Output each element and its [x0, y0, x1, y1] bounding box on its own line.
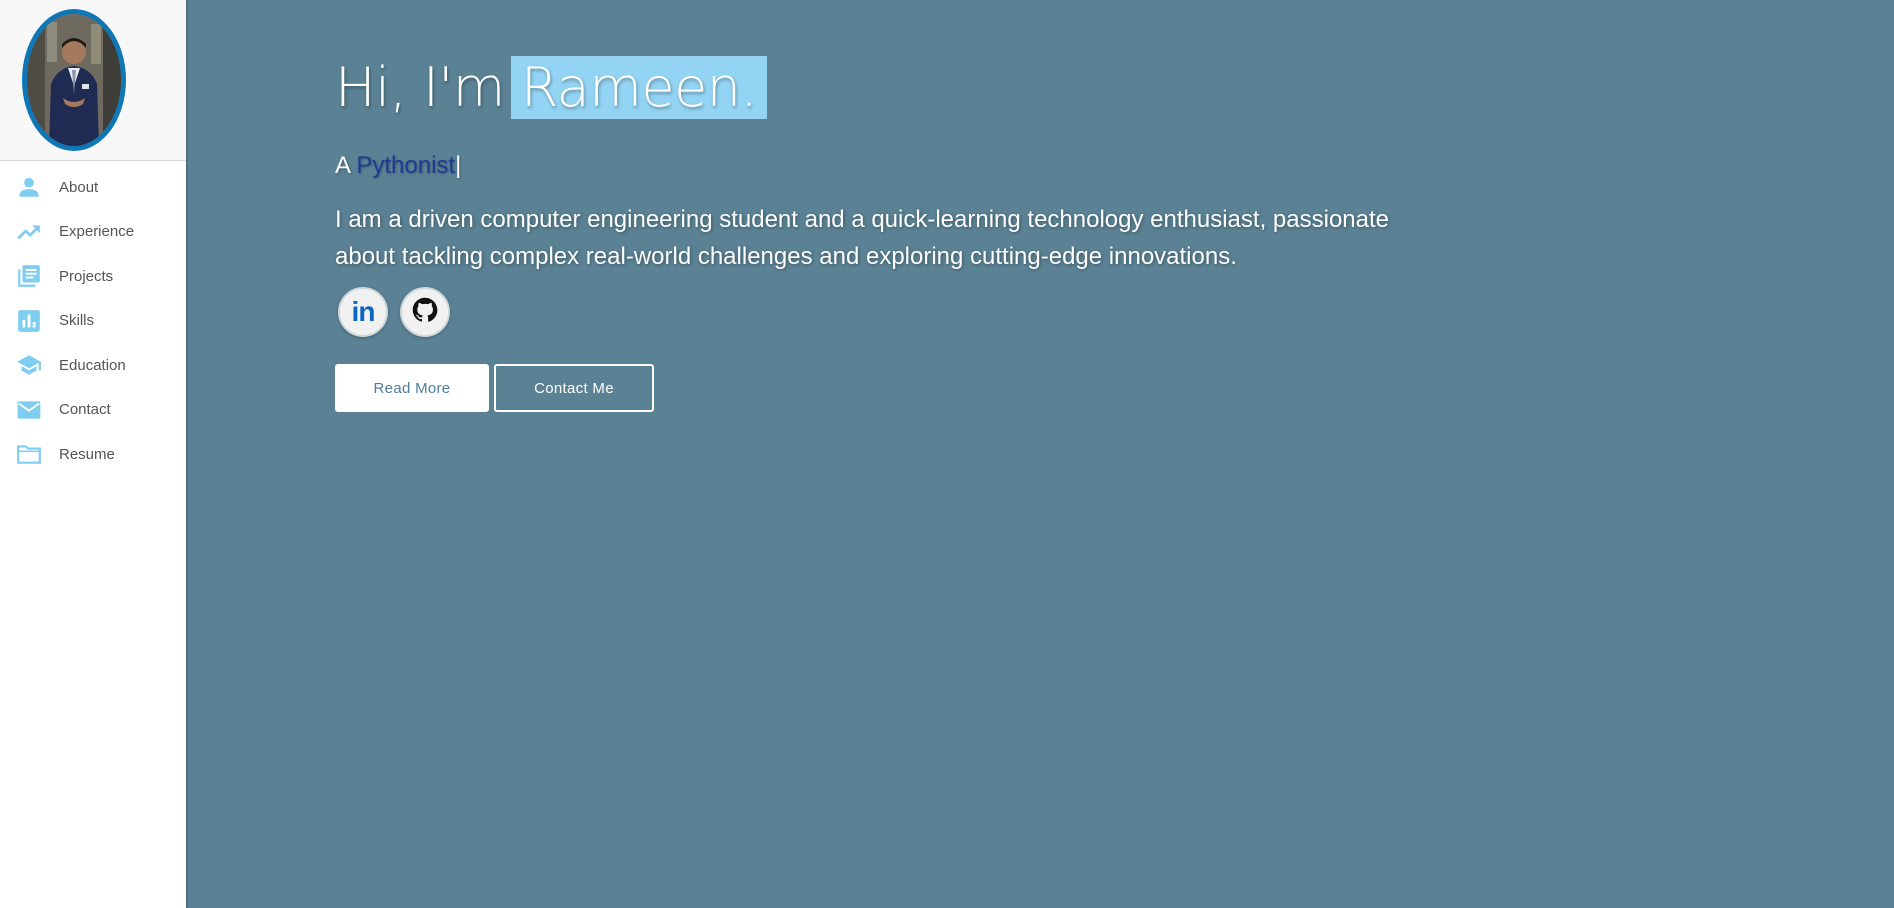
trending-up-icon [15, 218, 43, 246]
school-icon [15, 351, 43, 379]
avatar-container [0, 0, 186, 161]
mail-icon [15, 396, 43, 424]
role-prefix: A [335, 152, 350, 179]
sidebar-item-label: Education [59, 356, 126, 374]
role-line: A Pythonist| [335, 152, 461, 180]
person-icon [15, 173, 43, 201]
bar-chart-icon [15, 307, 43, 335]
avatar-photo [27, 14, 121, 146]
sidebar-item-label: About [59, 178, 99, 196]
sidebar-item-skills[interactable]: Skills [0, 299, 186, 344]
hero-name: Rameen. [510, 56, 768, 119]
sidebar-item-projects[interactable]: Projects [0, 254, 186, 299]
library-books-icon [15, 262, 43, 290]
folder-icon [15, 440, 43, 468]
contact-me-button[interactable]: Contact Me [494, 364, 654, 412]
sidebar-item-label: Projects [59, 267, 114, 285]
typing-cursor: | [455, 152, 462, 179]
linkedin-link[interactable]: in [338, 287, 388, 337]
github-icon [411, 296, 439, 329]
social-links: in [338, 287, 450, 337]
cta-buttons: Read More Contact Me [335, 364, 654, 412]
read-more-button[interactable]: Read More [335, 364, 489, 412]
sidebar-item-resume[interactable]: Resume [0, 432, 186, 477]
sidebar-item-experience[interactable]: Experience [0, 210, 186, 255]
sidebar-item-about[interactable]: About [0, 165, 186, 210]
sidebar-item-label: Resume [59, 445, 115, 463]
bio-text: I am a driven computer engineering stude… [335, 206, 1389, 270]
greeting-prefix: Hi, I'm [335, 56, 505, 119]
linkedin-icon: in [351, 296, 376, 327]
sidebar-item-label: Skills [59, 312, 95, 330]
hero-heading: Hi, I'm Rameen. [335, 56, 768, 119]
sidebar-item-education[interactable]: Education [0, 343, 186, 388]
sidebar-item-contact[interactable]: Contact [0, 388, 186, 433]
github-link[interactable] [400, 287, 450, 337]
avatar[interactable] [22, 9, 126, 151]
sidebar-item-label: Experience [59, 223, 135, 241]
sidebar-item-label: Contact [59, 401, 111, 419]
sidebar-nav: About Experience Projects Skills Educati… [0, 165, 186, 477]
sidebar: About Experience Projects Skills Educati… [0, 0, 188, 908]
role-word: Pythonist [356, 152, 456, 179]
